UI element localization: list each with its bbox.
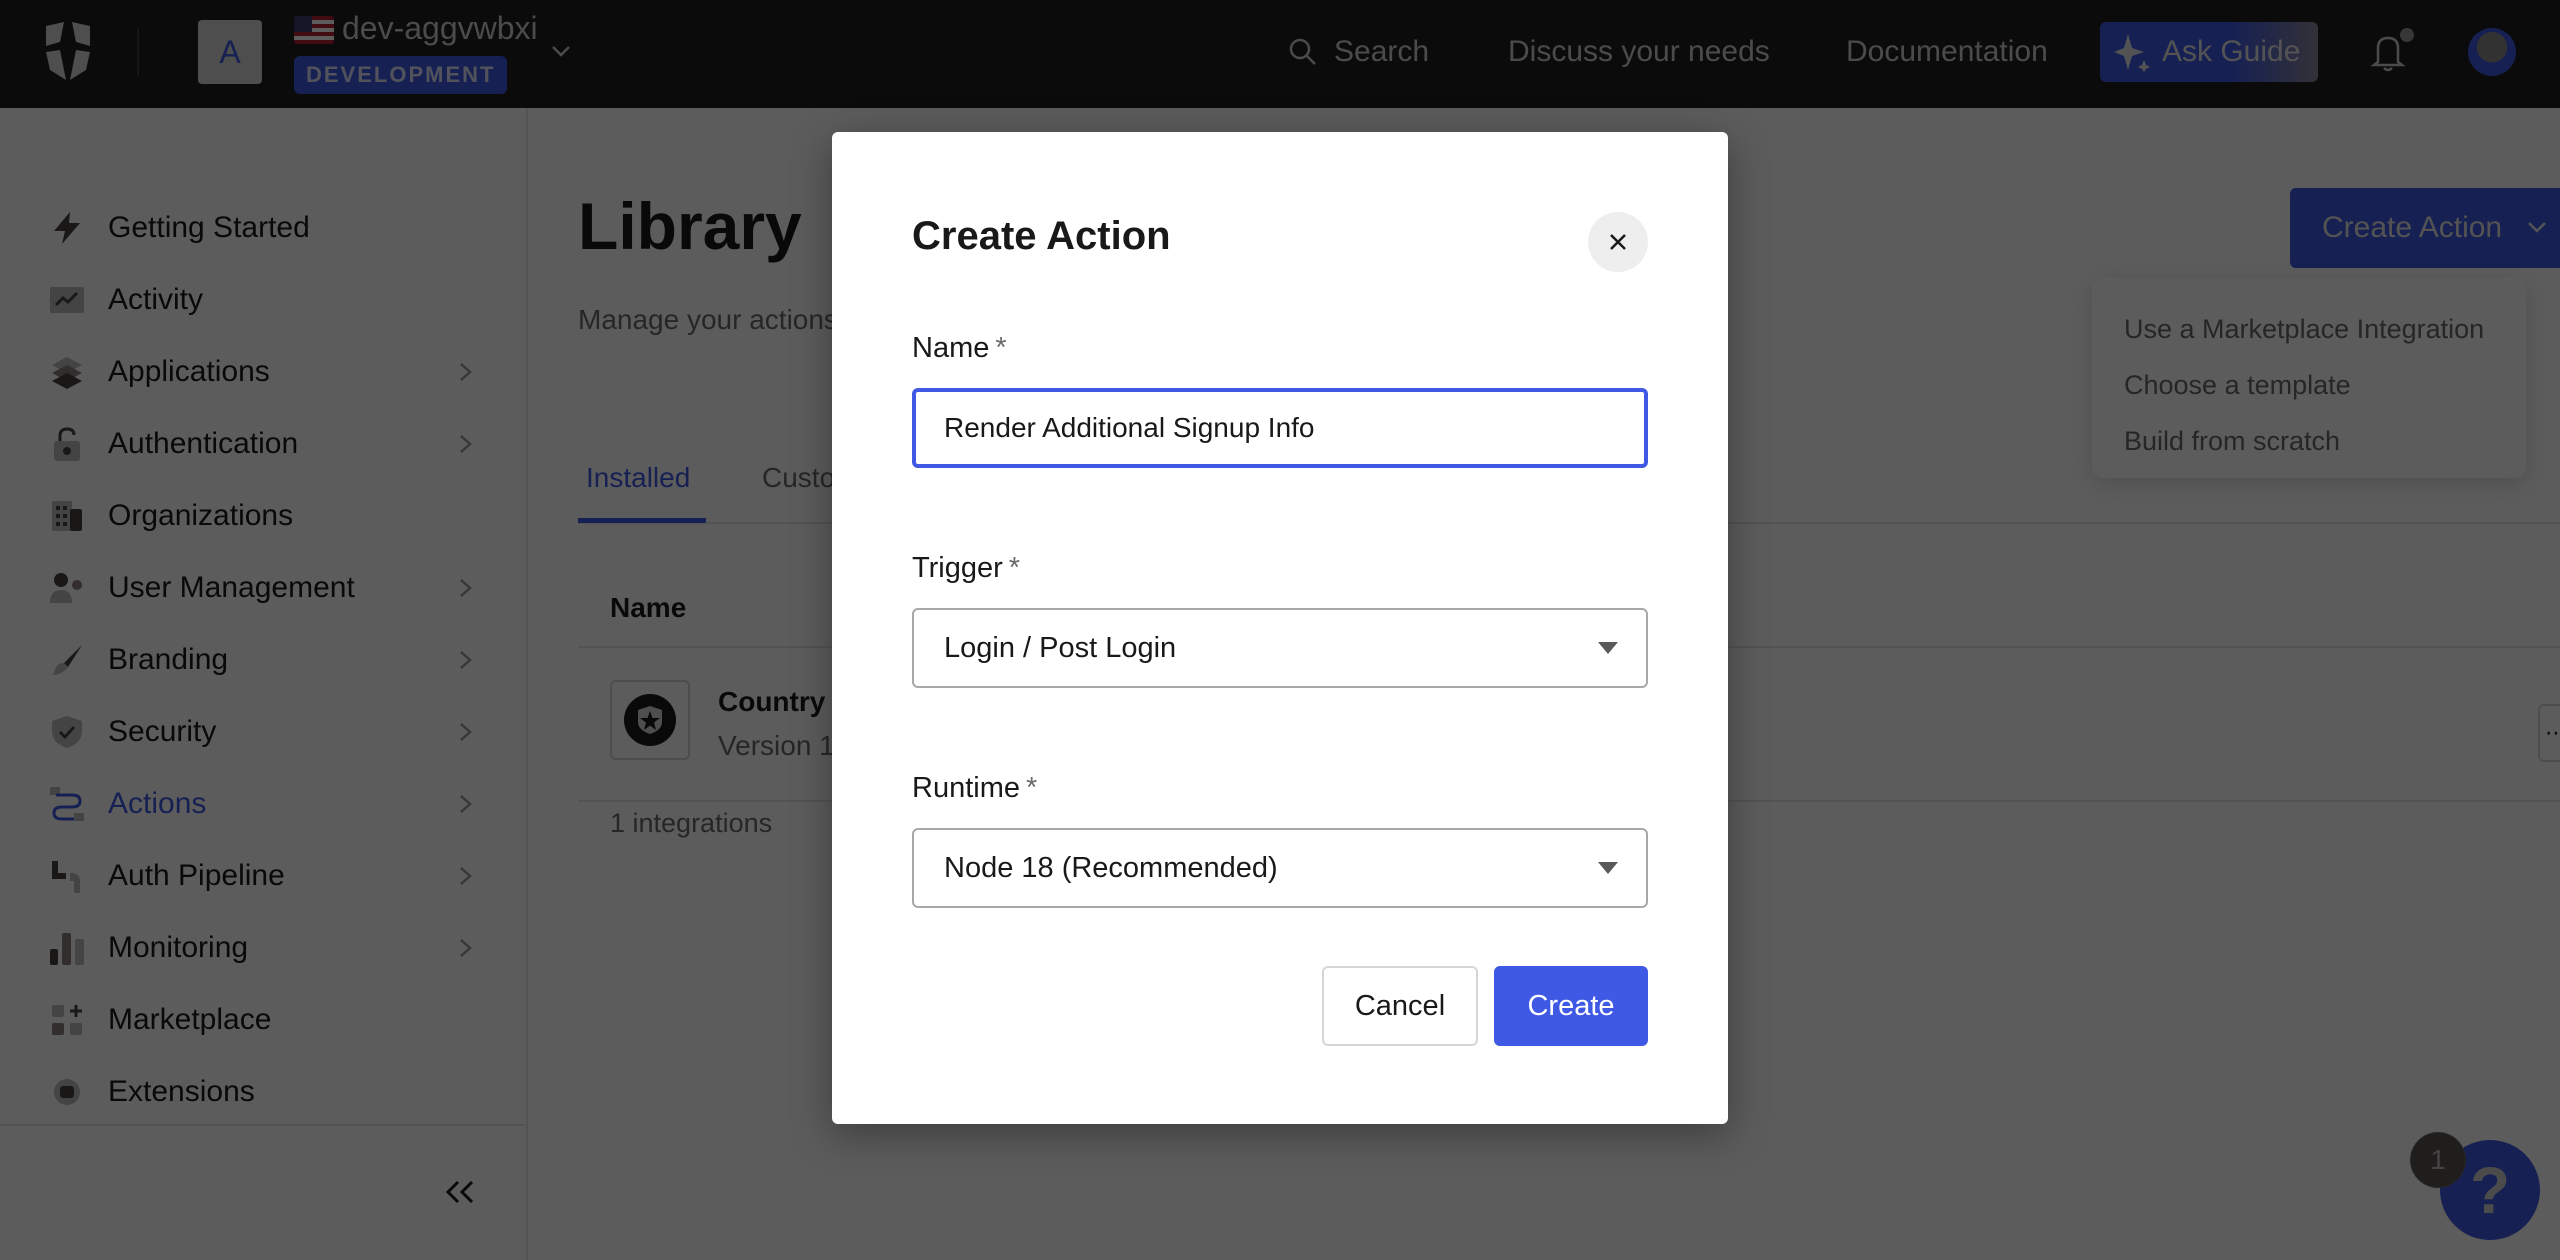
close-modal-button[interactable]: [1588, 212, 1648, 272]
cancel-button[interactable]: Cancel: [1322, 966, 1478, 1046]
trigger-select[interactable]: Login / Post Login: [912, 608, 1648, 688]
trigger-selected-value: Login / Post Login: [944, 631, 1177, 664]
required-marker: *: [1026, 772, 1038, 804]
name-label-text: Name: [912, 332, 990, 364]
close-icon: [1610, 234, 1626, 250]
required-marker: *: [1008, 552, 1021, 584]
trigger-label-text: Trigger: [912, 552, 1003, 584]
runtime-select[interactable]: Node 18 (Recommended): [912, 828, 1648, 908]
dropdown-caret-icon: [1598, 862, 1618, 874]
dropdown-caret-icon: [1598, 642, 1618, 654]
trigger-field-label: Trigger *: [912, 552, 1020, 585]
modal-title: Create Action: [912, 214, 1171, 258]
create-action-modal: Create Action Name* Trigger* Login / Pos…: [832, 132, 1728, 1124]
runtime-selected-value: Node 18 (Recommended): [944, 851, 1278, 884]
runtime-field-label: Runtime *: [912, 772, 1037, 805]
create-button[interactable]: Create: [1494, 966, 1648, 1046]
required-marker: *: [995, 332, 1007, 364]
action-name-input[interactable]: [912, 388, 1648, 468]
runtime-label-text: Runtime: [912, 772, 1020, 804]
name-field-label: Name *: [912, 332, 1007, 365]
